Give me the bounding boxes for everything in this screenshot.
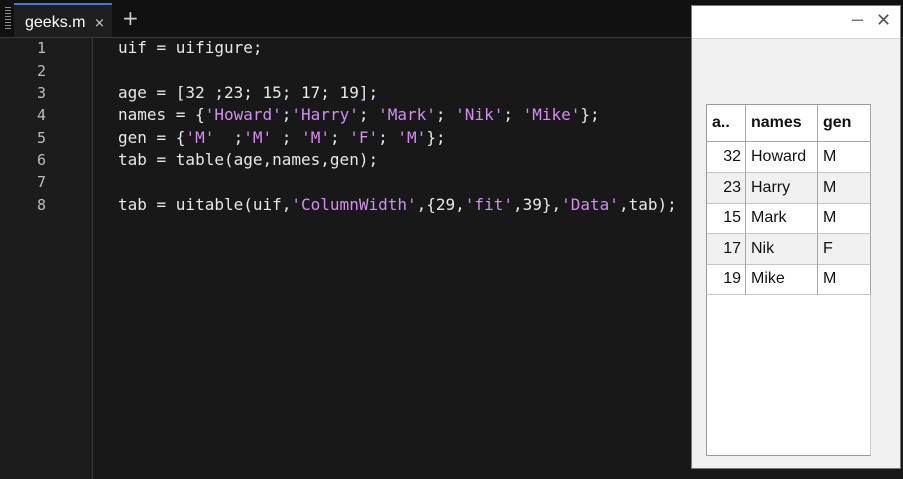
table-cell[interactable]: Mark: [746, 203, 818, 234]
code-line[interactable]: uif = uifigure;: [118, 38, 263, 58]
code-line[interactable]: names = {'Howard';'Harry'; 'Mark'; 'Nik'…: [118, 105, 600, 125]
code-token: };: [580, 105, 600, 124]
table-cell[interactable]: 23: [707, 172, 746, 204]
string-literal: 'M': [301, 128, 330, 147]
string-literal: 'Data': [561, 195, 619, 214]
code-token: ;: [435, 105, 456, 124]
add-tab-icon[interactable]: +: [122, 6, 139, 30]
line-number: 1: [36, 39, 46, 57]
line-number: 7: [36, 173, 46, 191]
tab-geeks-m[interactable]: geeks.m ×: [14, 3, 112, 37]
table-cell[interactable]: M: [818, 142, 871, 173]
code-token: age = [32 ;23; 15; 17; 19];: [118, 83, 379, 102]
code-token: ,39},: [512, 195, 562, 214]
line-number: 3: [36, 84, 46, 102]
code-token: ;: [503, 105, 523, 124]
code-token: ;: [329, 128, 350, 147]
code-token: ;: [378, 128, 398, 147]
line-number: 2: [36, 62, 46, 80]
string-literal: 'Nik': [455, 105, 504, 124]
tab-label: geeks.m: [25, 14, 86, 31]
string-literal: 'Harry': [291, 105, 359, 124]
code-token: ,tab);: [618, 195, 677, 214]
code-token: ;: [281, 105, 292, 124]
code-line[interactable]: tab = uitable(uif,'ColumnWidth',{29,'fit…: [118, 195, 677, 215]
column-header[interactable]: gen: [818, 105, 871, 142]
code-line[interactable]: gen = {'M' ;'M' ; 'M'; 'F'; 'M'};: [118, 128, 446, 148]
table-cell[interactable]: Nik: [746, 233, 818, 265]
table-cell[interactable]: Howard: [746, 142, 818, 173]
column-header[interactable]: a..: [707, 105, 746, 142]
code-line[interactable]: age = [32 ;23; 15; 17; 19];: [118, 83, 378, 103]
string-literal: 'fit': [464, 195, 513, 214]
close-icon[interactable]: ✕: [876, 10, 891, 31]
table-cell[interactable]: Harry: [746, 172, 818, 204]
string-literal: 'F': [349, 128, 379, 147]
code-token: tab = table(age,names,gen);: [118, 150, 379, 169]
figure-title-bar: − ✕: [692, 6, 900, 39]
line-number: 5: [36, 129, 46, 147]
string-literal: 'M': [243, 128, 273, 147]
code-token: ;: [358, 105, 379, 124]
string-literal: 'Mark': [378, 105, 436, 124]
table-cell[interactable]: F: [818, 233, 871, 265]
table-cell[interactable]: 32: [707, 142, 746, 173]
uitable[interactable]: a.. names gen 32 Howard M 23 Harry M 15 Mark M 17 Nik…: [706, 104, 871, 456]
string-literal: 'Howard': [204, 105, 282, 124]
minimize-icon[interactable]: −: [850, 10, 865, 31]
table-cell[interactable]: 19: [707, 264, 746, 295]
code-token: ;: [272, 128, 302, 147]
code-token: gen = {: [118, 128, 186, 147]
string-literal: 'M': [185, 128, 215, 147]
table-cell[interactable]: M: [818, 264, 871, 295]
code-token: uif = uifigure;: [118, 38, 263, 57]
string-literal: 'M': [397, 128, 427, 147]
code-token: };: [426, 128, 446, 147]
uifigure-window: − ✕ a.. names gen 32 Howard M 23 Harry M 15 Mark M 1…: [691, 5, 901, 469]
drag-grip-icon[interactable]: [5, 7, 11, 29]
table-cell[interactable]: 15: [707, 203, 746, 234]
string-literal: 'Mike': [522, 105, 581, 124]
code-line[interactable]: tab = table(age,names,gen);: [118, 150, 378, 170]
line-number-gutter: 1 2 3 4 5 6 7 8: [0, 38, 93, 479]
table-cell[interactable]: M: [818, 203, 871, 234]
table-cell[interactable]: 17: [707, 233, 746, 265]
string-literal: 'ColumnWidth': [291, 195, 417, 214]
line-number: 4: [36, 106, 46, 124]
code-token: ,{29,: [416, 195, 465, 214]
line-number: 6: [36, 151, 46, 169]
table-cell[interactable]: M: [818, 172, 871, 204]
code-token: tab = uitable(uif,: [118, 195, 292, 214]
code-token: names = {: [118, 105, 205, 124]
code-token: ;: [214, 128, 244, 147]
line-number: 8: [36, 196, 46, 214]
column-header[interactable]: names: [746, 105, 818, 142]
tab-close-icon[interactable]: ×: [94, 16, 105, 31]
table-cell[interactable]: Mike: [746, 264, 818, 295]
